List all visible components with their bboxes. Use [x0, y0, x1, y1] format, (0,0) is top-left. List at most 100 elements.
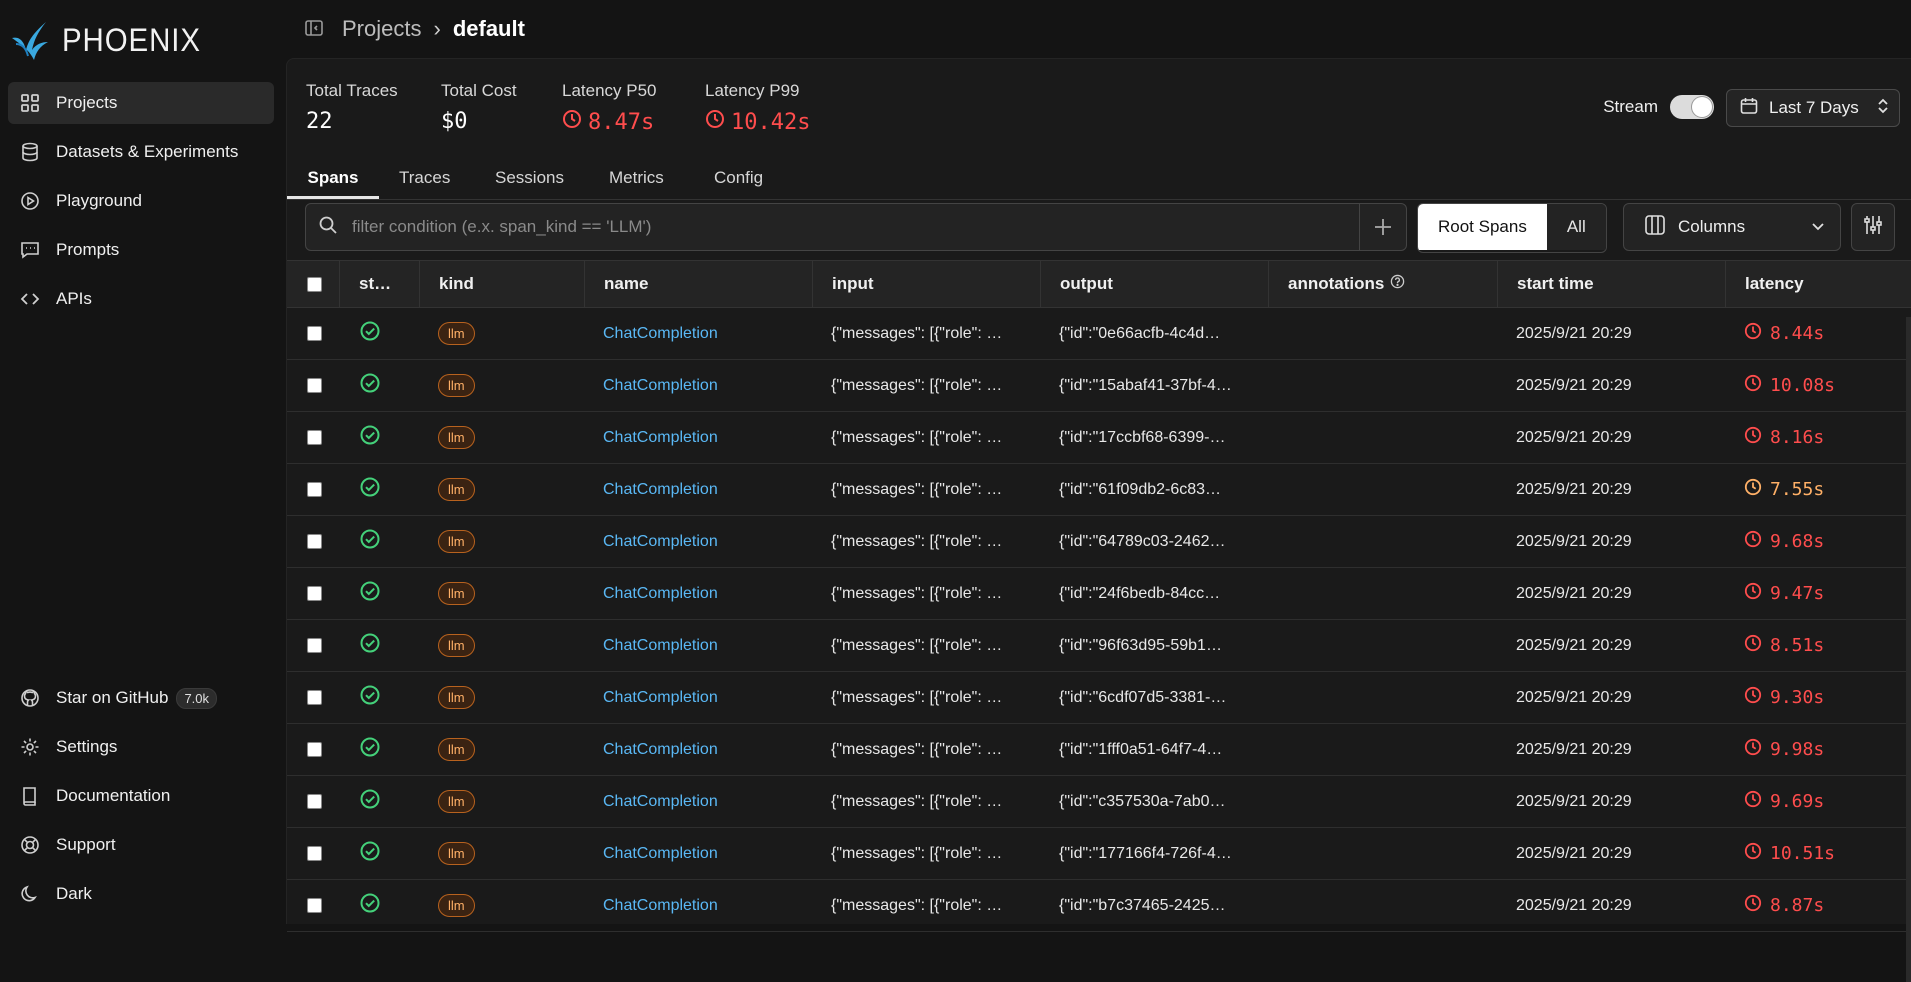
span-name-link[interactable]: ChatCompletion: [603, 689, 718, 707]
columns-button[interactable]: Columns: [1623, 203, 1841, 251]
column-header-annotations[interactable]: annotations: [1268, 261, 1497, 307]
column-header-output[interactable]: output: [1040, 261, 1268, 307]
table-row[interactable]: llm ChatCompletion {"messages": [{"role": …: [287, 620, 1911, 672]
table-row[interactable]: llm ChatCompletion {"messages": [{"role": …: [287, 464, 1911, 516]
stream-toggle[interactable]: [1670, 95, 1714, 119]
status-cell: [359, 880, 399, 931]
sidebar-item-label: Datasets & Experiments: [56, 142, 239, 161]
start-time-cell: 2025/9/21 20:29: [1516, 532, 1632, 550]
sidebar-toggle-icon[interactable]: [304, 18, 326, 40]
input-cell: {"messages": [{"role": …: [831, 376, 1003, 394]
root-spans-option[interactable]: Root Spans: [1418, 204, 1547, 250]
span-kind-badge: llm: [438, 530, 475, 553]
column-header-status[interactable]: st…: [339, 261, 419, 307]
span-name-link[interactable]: ChatCompletion: [603, 845, 718, 863]
sidebar-item-github[interactable]: Star on GitHub 7.0k: [8, 677, 274, 719]
latency-value: 10.51s: [1770, 843, 1836, 864]
table-row[interactable]: llm ChatCompletion {"messages": [{"role": …: [287, 880, 1911, 932]
filter-row: Root Spans All Columns: [305, 203, 1895, 253]
logo[interactable]: PHOENIX: [10, 16, 213, 64]
row-checkbox[interactable]: [307, 794, 322, 809]
latency-value: 9.69s: [1770, 791, 1825, 812]
table-scrollbar[interactable]: [1906, 317, 1911, 982]
output-cell: {"id":"1fff0a51-64f7-4…: [1059, 740, 1223, 758]
row-checkbox[interactable]: [307, 378, 322, 393]
tab-sessions[interactable]: Sessions: [495, 157, 564, 199]
clock-icon: [705, 109, 725, 135]
span-name-link[interactable]: ChatCompletion: [603, 325, 718, 343]
stat-value: 8.47s: [588, 109, 655, 135]
tab-spans[interactable]: Spans: [287, 157, 379, 199]
select-all-checkbox[interactable]: [307, 276, 322, 292]
row-checkbox[interactable]: [307, 742, 322, 757]
table-row[interactable]: llm ChatCompletion {"messages": [{"role": …: [287, 672, 1911, 724]
kind-cell: llm: [438, 776, 558, 827]
row-checkbox[interactable]: [307, 586, 322, 601]
table-settings-button[interactable]: [1851, 203, 1895, 251]
span-name-link[interactable]: ChatCompletion: [603, 741, 718, 759]
tab-metrics[interactable]: Metrics: [609, 157, 664, 199]
column-header-kind[interactable]: kind: [419, 261, 584, 307]
moon-icon: [18, 882, 42, 906]
add-filter-button[interactable]: [1359, 204, 1406, 250]
span-name-link[interactable]: ChatCompletion: [603, 637, 718, 655]
sidebar-item-theme[interactable]: Dark: [8, 873, 274, 915]
column-header-input[interactable]: input: [812, 261, 1040, 307]
phoenix-logo-icon: [12, 22, 48, 60]
row-checkbox[interactable]: [307, 534, 322, 549]
row-checkbox[interactable]: [307, 846, 322, 861]
row-checkbox[interactable]: [307, 482, 322, 497]
table-row[interactable]: llm ChatCompletion {"messages": [{"role": …: [287, 360, 1911, 412]
table-row[interactable]: llm ChatCompletion {"messages": [{"role": …: [287, 568, 1911, 620]
row-checkbox[interactable]: [307, 690, 322, 705]
input-cell: {"messages": [{"role": …: [831, 324, 1003, 342]
filter-input[interactable]: [350, 216, 1314, 238]
span-name-link[interactable]: ChatCompletion: [603, 429, 718, 447]
table-row[interactable]: llm ChatCompletion {"messages": [{"role": …: [287, 412, 1911, 464]
span-name-link[interactable]: ChatCompletion: [603, 377, 718, 395]
sidebar-item-datasets[interactable]: Datasets & Experiments: [8, 131, 274, 173]
row-select: [307, 776, 337, 827]
tab-traces[interactable]: Traces: [399, 157, 450, 199]
kind-cell: llm: [438, 620, 558, 671]
table-row[interactable]: llm ChatCompletion {"messages": [{"role": …: [287, 308, 1911, 360]
table-row[interactable]: llm ChatCompletion {"messages": [{"role": …: [287, 828, 1911, 880]
stat-label: Total Cost: [441, 81, 517, 100]
span-name-link[interactable]: ChatCompletion: [603, 585, 718, 603]
help-icon[interactable]: [1390, 274, 1405, 294]
stat-value: 10.42s: [731, 109, 811, 135]
span-kind-badge: llm: [438, 322, 475, 345]
sidebar-item-projects[interactable]: Projects: [8, 82, 274, 124]
sidebar-item-playground[interactable]: Playground: [8, 180, 274, 222]
row-select: [307, 724, 337, 775]
row-select: [307, 568, 337, 619]
date-range-picker[interactable]: Last 7 Days: [1726, 89, 1900, 127]
span-name-link[interactable]: ChatCompletion: [603, 533, 718, 551]
column-header-latency[interactable]: latency: [1725, 261, 1905, 307]
sidebar-item-prompts[interactable]: Prompts: [8, 229, 274, 271]
name-cell: ChatCompletion: [603, 724, 803, 775]
lifebuoy-icon: [18, 833, 42, 857]
all-spans-option[interactable]: All: [1546, 204, 1606, 250]
span-name-link[interactable]: ChatCompletion: [603, 793, 718, 811]
span-name-link[interactable]: ChatCompletion: [603, 897, 718, 915]
breadcrumb-projects[interactable]: Projects: [342, 16, 421, 42]
row-checkbox[interactable]: [307, 898, 322, 913]
start-time-cell: 2025/9/21 20:29: [1516, 636, 1632, 654]
tab-config[interactable]: Config: [714, 157, 763, 199]
column-header-name[interactable]: name: [584, 261, 812, 307]
name-cell: ChatCompletion: [603, 620, 803, 671]
row-checkbox[interactable]: [307, 638, 322, 653]
table-row[interactable]: llm ChatCompletion {"messages": [{"role": …: [287, 724, 1911, 776]
sidebar-item-support[interactable]: Support: [8, 824, 274, 866]
start-time-cell: 2025/9/21 20:29: [1516, 740, 1632, 758]
sidebar-item-settings[interactable]: Settings: [8, 726, 274, 768]
sidebar-item-documentation[interactable]: Documentation: [8, 775, 274, 817]
sidebar-item-apis[interactable]: APIs: [8, 278, 274, 320]
table-row[interactable]: llm ChatCompletion {"messages": [{"role": …: [287, 516, 1911, 568]
table-row[interactable]: llm ChatCompletion {"messages": [{"role": …: [287, 776, 1911, 828]
span-name-link[interactable]: ChatCompletion: [603, 481, 718, 499]
row-checkbox[interactable]: [307, 430, 322, 445]
column-header-start-time[interactable]: start time: [1497, 261, 1725, 307]
row-checkbox[interactable]: [307, 326, 322, 341]
